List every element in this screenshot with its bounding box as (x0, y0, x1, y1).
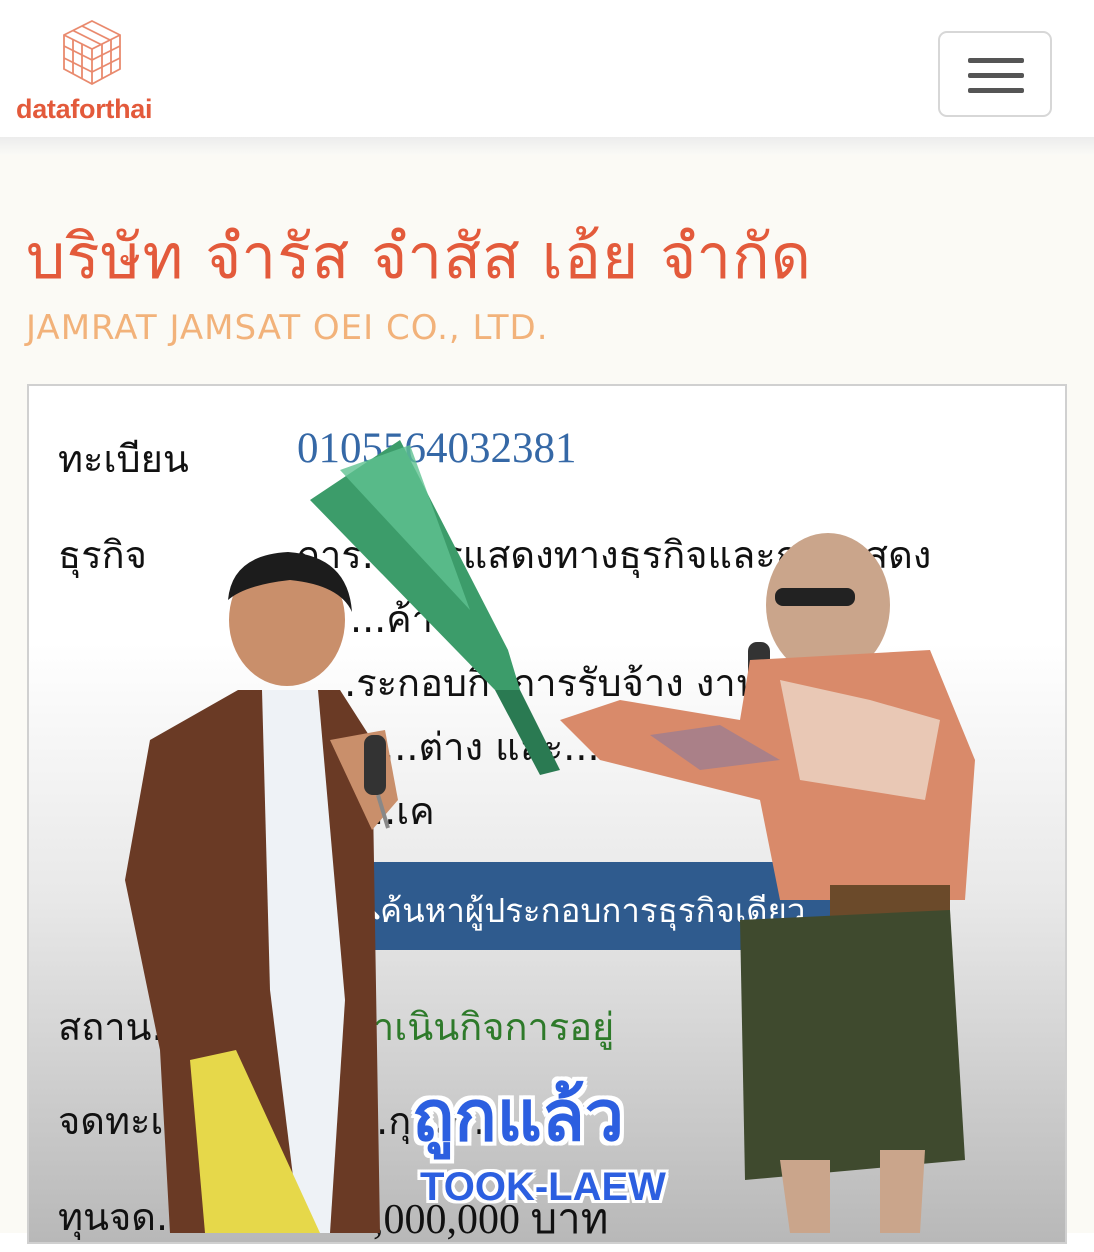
capital-label: ทุนจด... (58, 1195, 193, 1239)
company-name-en: JAMRAT JAMSAT OEI CO., LTD. (26, 308, 549, 348)
company-name-th: บริษัท จำรัส จำสัส เอ้ย จำกัด (26, 220, 813, 293)
search-icon (350, 890, 380, 920)
brand-logo[interactable]: dataforthai (16, 18, 176, 130)
business-line: ...ระกอบกิจการรับจ้าง งานแสดง...อี (320, 661, 912, 705)
meme-caption-en: TOOK-LAEW (420, 1165, 666, 1209)
search-button-label: ค้นหาผู้ประกอบการธุรกิจเดียว (380, 891, 806, 930)
status-label: สถาน... (58, 1005, 188, 1049)
hamburger-menu-icon (968, 58, 1024, 63)
business-line: ...เค (360, 789, 435, 833)
brand-name: dataforthai (16, 94, 153, 124)
business-line: ...น...ต่าง และ...ายสิท... (320, 725, 728, 769)
navbar-divider (0, 137, 1094, 155)
registered-date-label: จดทะเ... (58, 1099, 200, 1143)
status-value: ...ดำเนินกิจการอยู่ (312, 1005, 615, 1049)
registration-number-link[interactable]: 0105564032381 (297, 424, 577, 473)
navbar: dataforthai (0, 0, 1094, 137)
business-label: ธุรกิจ (58, 533, 147, 577)
cube-grid-icon (63, 19, 121, 86)
menu-toggle-button[interactable] (938, 31, 1052, 117)
registration-label: ทะเบียน (58, 437, 189, 481)
search-same-business-button[interactable]: ค้นหาผู้ประกอบการธุรกิจเดียว (340, 862, 900, 950)
business-line: ...ค้า (350, 597, 433, 641)
business-line: การ...การแสดงทางธุรกิจและการแสดง (297, 533, 932, 577)
meme-caption-th: ถูกแล้ว (412, 1075, 625, 1157)
